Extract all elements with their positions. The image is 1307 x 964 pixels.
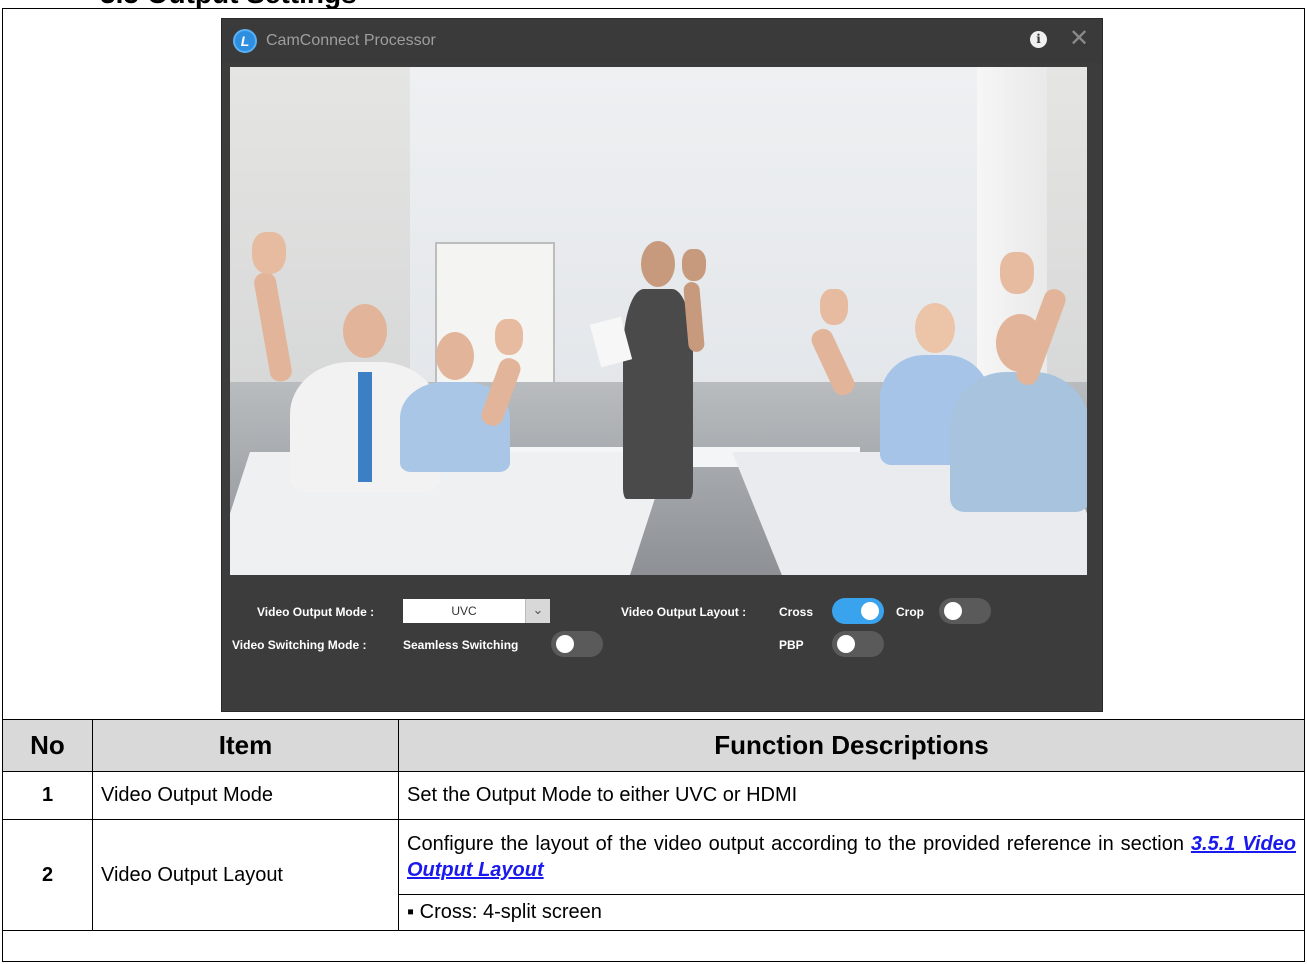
video-output-layout-label: Video Output Layout :	[621, 605, 747, 619]
person-image	[950, 314, 1087, 512]
header-item: Item	[92, 719, 399, 772]
info-icon[interactable]: i	[1030, 31, 1047, 48]
table-header-row: No Item Function Descriptions	[2, 719, 1305, 772]
row-no: 2	[2, 819, 93, 931]
video-preview	[230, 67, 1087, 575]
row-item: Video Output Mode	[92, 771, 399, 820]
table-row: 1 Video Output Mode Set the Output Mode …	[2, 771, 1305, 820]
seamless-switching-toggle[interactable]	[551, 631, 603, 657]
layout-cross-label: Cross	[779, 605, 814, 619]
row-description: Set the Output Mode to either UVC or HDM…	[398, 771, 1305, 820]
layout-crop-label: Crop	[896, 605, 924, 619]
person-image	[623, 241, 693, 499]
description-text: Configure the layout of the video output…	[407, 833, 1191, 855]
seamless-switching-label: Seamless Switching	[403, 638, 519, 652]
row-description: Configure the layout of the video output…	[398, 819, 1305, 895]
video-output-mode-select[interactable]: UVC ⌄	[403, 599, 550, 623]
row-no: 1	[2, 771, 93, 820]
layout-pbp-label: PBP	[779, 638, 804, 652]
layout-cross-toggle[interactable]	[832, 598, 884, 624]
app-title: CamConnect Processor	[266, 32, 436, 49]
video-output-mode-label: Video Output Mode :	[257, 605, 375, 619]
close-icon[interactable]: ✕	[1068, 26, 1090, 50]
video-switching-mode-label: Video Switching Mode :	[232, 638, 367, 652]
table-row: 2 Video Output Layout Configure the layo…	[2, 819, 1305, 931]
header-no: No	[2, 719, 93, 772]
row-bullet: ▪ Cross: 4-split screen	[398, 894, 1305, 931]
function-table: No Item Function Descriptions 1 Video Ou…	[2, 719, 1305, 931]
layout-pbp-toggle[interactable]	[832, 631, 884, 657]
video-output-mode-value[interactable]: UVC	[403, 599, 525, 623]
layout-crop-toggle[interactable]	[939, 598, 991, 624]
section-heading-cropped: 3.5 Output Settings	[0, 0, 1307, 8]
row-item: Video Output Layout	[92, 819, 399, 931]
header-function-descriptions: Function Descriptions	[398, 719, 1305, 772]
chevron-down-icon[interactable]: ⌄	[525, 599, 550, 623]
app-logo-icon: L	[233, 29, 257, 53]
title-bar: L CamConnect Processor i ✕	[222, 19, 1102, 63]
app-window: L CamConnect Processor i ✕ Video Output …	[221, 18, 1103, 712]
